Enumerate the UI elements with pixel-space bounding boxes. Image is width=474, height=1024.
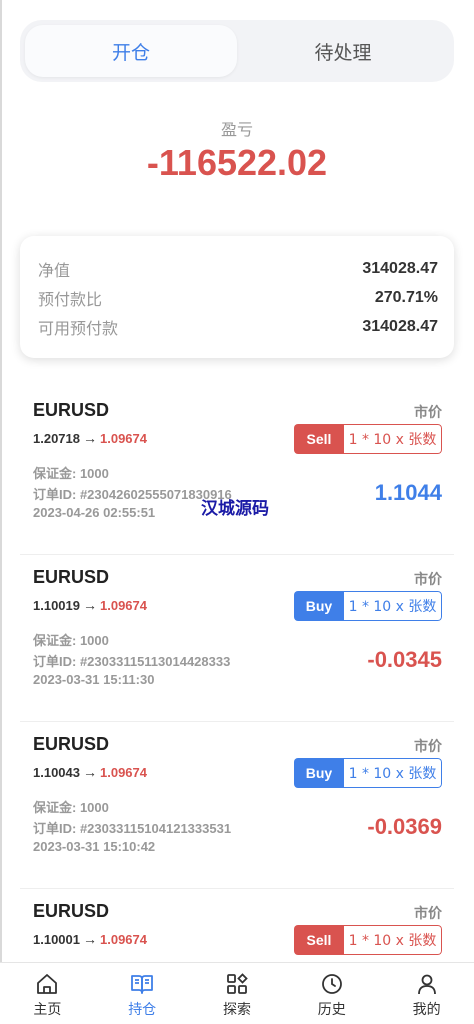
open-price: 1.20718 bbox=[33, 431, 80, 446]
pnl-value: -116522.02 bbox=[146, 142, 328, 183]
order-margin: 保证金: 1000 bbox=[33, 800, 109, 815]
order-type: 市价 bbox=[414, 572, 442, 588]
current-price: 1.09674 bbox=[100, 932, 147, 947]
open-price: 1.10043 bbox=[33, 765, 80, 780]
order-time: 2023-03-31 15:10:42 bbox=[33, 839, 156, 854]
order-list: EURUSD 市价 1.20718 → 1.09674 Sell 1 * 10 x … bbox=[20, 388, 454, 962]
tab-pending[interactable]: 待处理 bbox=[237, 25, 449, 77]
summary-row-margin-level: 预付款比 270.71% bbox=[38, 283, 438, 312]
tab-open-positions[interactable]: 开仓 bbox=[25, 25, 237, 77]
order-margin: 保证金: 1000 bbox=[33, 633, 109, 648]
nav-history[interactable]: 历史 bbox=[284, 963, 379, 1024]
equity-label: 净值 bbox=[38, 260, 71, 280]
order-time: 2023-03-31 15:11:30 bbox=[33, 672, 155, 687]
order-id: 订单ID: #230331151041213335​31 bbox=[33, 821, 232, 836]
nav-home[interactable]: 主页 bbox=[0, 963, 95, 1024]
lots-label: 1 * 10 x 张数 bbox=[344, 925, 442, 955]
order-symbol: EURUSD bbox=[33, 734, 110, 754]
lots-label: 1 * 10 x 张数 bbox=[344, 591, 442, 621]
clock-icon bbox=[321, 974, 342, 994]
arrow-right-icon: → bbox=[83, 764, 97, 780]
nav-profile[interactable]: 我的 bbox=[379, 963, 474, 1024]
nav-label-positions: 持仓 bbox=[128, 1002, 157, 1018]
nav-positions[interactable]: 持仓 bbox=[95, 963, 190, 1024]
order-prices: 1.10043 → 1.09674 bbox=[33, 764, 147, 780]
order-prices: 1.10019 → 1.09674 bbox=[33, 597, 147, 613]
summary-row-free-margin: 可用预付款 314028.47 bbox=[38, 312, 438, 341]
free-margin-label: 可用预付款 bbox=[38, 318, 119, 338]
order-prices: 1.20718 → 1.09674 bbox=[33, 430, 147, 446]
current-price: 1.09674 bbox=[100, 598, 147, 613]
side-label: Buy bbox=[294, 591, 344, 621]
order-type: 市价 bbox=[414, 906, 442, 922]
bottom-nav: 主页 持仓 探索 历史 我的 bbox=[0, 962, 474, 1024]
order-prices: 1.10001 → 1.09674 bbox=[33, 931, 147, 947]
order-margin: 保证金: 1000 bbox=[33, 466, 109, 481]
pnl-label: 盈亏 bbox=[220, 120, 253, 139]
watermark-text: 汉城源码 bbox=[201, 499, 269, 519]
equity-value: 314028.47 bbox=[362, 259, 438, 277]
summary-row-equity: 净值 314028.47 bbox=[38, 254, 438, 283]
order-side-badge: Buy 1 * 10 x 张数 bbox=[294, 591, 442, 621]
open-price: 1.10019 bbox=[33, 598, 80, 613]
order-symbol: EURUSD bbox=[33, 901, 110, 921]
order-type: 市价 bbox=[414, 739, 442, 755]
account-summary-card: 净值 314028.47 预付款比 270.71% 可用预付款 314028.4… bbox=[20, 236, 454, 358]
order-item[interactable]: EURUSD 市价 1.10019 → 1.09674 Buy 1 * 10 x 张… bbox=[20, 555, 454, 722]
nav-label-home: 主页 bbox=[33, 1002, 62, 1018]
order-item[interactable]: EURUSD 市价 1.20718 → 1.09674 Sell 1 * 10 x … bbox=[20, 388, 454, 555]
order-item[interactable]: EURUSD 市价 1.10043 → 1.09674 Buy 1 * 10 x 张… bbox=[20, 722, 454, 889]
order-side-badge: Sell 1 * 10 x 张数 bbox=[294, 424, 442, 454]
nav-label-profile: 我的 bbox=[412, 1002, 441, 1018]
side-label: Sell bbox=[294, 925, 344, 955]
book-icon bbox=[131, 975, 154, 994]
current-price: 1.09674 bbox=[100, 431, 147, 446]
nav-label-history: 历史 bbox=[317, 1002, 346, 1018]
order-time: 2023-04-26 02:55:51 bbox=[33, 505, 156, 520]
arrow-right-icon: → bbox=[83, 430, 97, 446]
order-side-badge: Sell 1 * 10 x 张数 bbox=[294, 925, 442, 955]
order-symbol: EURUSD bbox=[33, 567, 110, 587]
current-price: 1.09674 bbox=[100, 765, 147, 780]
arrow-right-icon: → bbox=[83, 931, 97, 947]
order-type: 市价 bbox=[414, 405, 442, 421]
side-label: Buy bbox=[294, 758, 344, 788]
order-id: 订单ID: #230331151130144283​33 bbox=[33, 654, 231, 669]
position-tabs: 开仓 待处理 bbox=[20, 20, 454, 82]
order-item[interactable]: EURUSD 市价 1.10001 → 1.09674 Sell 1 * 10 x … bbox=[20, 889, 454, 962]
margin-level-value: 270.71% bbox=[374, 288, 438, 306]
order-profit: -0.0369 bbox=[367, 814, 442, 839]
order-side-badge: Buy 1 * 10 x 张数 bbox=[294, 758, 442, 788]
margin-level-label: 预付款比 bbox=[38, 289, 103, 309]
lots-label: 1 * 10 x 张数 bbox=[344, 758, 442, 788]
free-margin-value: 314028.47 bbox=[362, 317, 438, 335]
side-label: Sell bbox=[294, 424, 344, 454]
open-price: 1.10001 bbox=[33, 932, 80, 947]
nav-explore[interactable]: 探索 bbox=[190, 963, 285, 1024]
order-profit: 1.1044 bbox=[374, 480, 442, 505]
lots-label: 1 * 10 x 张数 bbox=[344, 424, 442, 454]
order-symbol: EURUSD bbox=[33, 400, 110, 420]
grid-icon bbox=[227, 973, 248, 994]
order-profit: -0.0345 bbox=[367, 647, 442, 672]
home-icon bbox=[37, 974, 58, 994]
nav-label-explore: 探索 bbox=[222, 1002, 251, 1018]
user-icon bbox=[417, 974, 436, 995]
arrow-right-icon: → bbox=[83, 597, 97, 613]
